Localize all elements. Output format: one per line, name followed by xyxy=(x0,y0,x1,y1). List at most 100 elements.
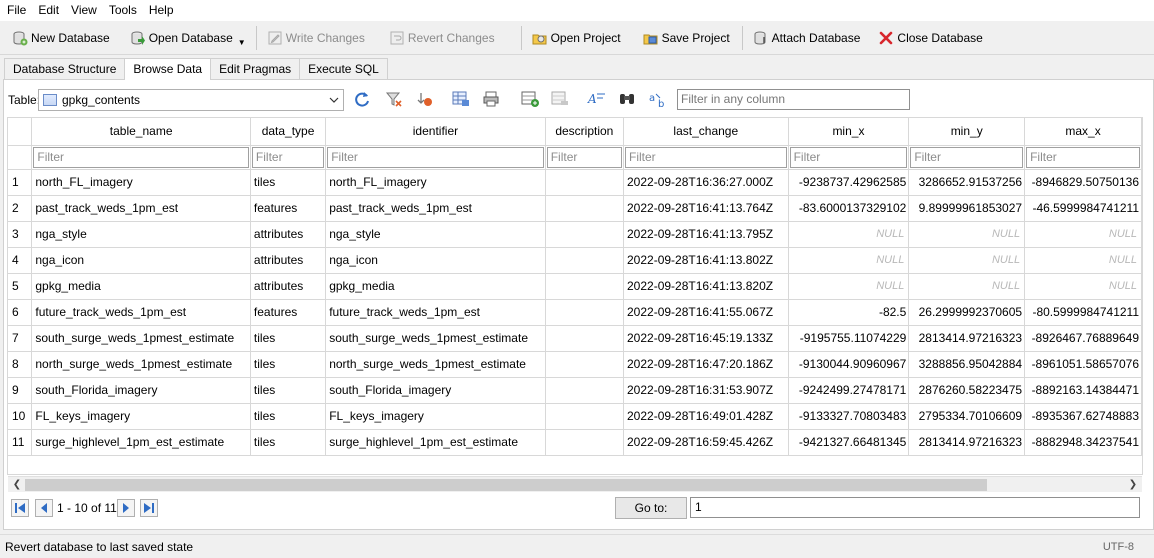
cell-min-x[interactable]: NULL xyxy=(788,273,910,300)
tab-database-structure[interactable]: Database Structure xyxy=(4,58,126,79)
menu-tools[interactable]: Tools xyxy=(103,0,143,21)
cell-identifier[interactable]: nga_icon xyxy=(325,247,546,274)
cell-data-type[interactable]: attributes xyxy=(250,221,327,248)
cell-min-x[interactable]: -9421327.66481345 xyxy=(788,429,910,456)
table-row[interactable]: 1 north_FL_imagery tiles north_FL_imagery 20… xyxy=(8,169,1142,196)
cell-identifier[interactable]: surge_highlevel_1pm_est_estimate xyxy=(325,429,546,456)
cell-description[interactable] xyxy=(545,273,625,300)
cell-max-x[interactable]: -8935367.62748883 xyxy=(1024,403,1142,430)
row-number[interactable]: 2 xyxy=(8,195,33,222)
cell-identifier[interactable]: south_surge_weds_1pmest_estimate xyxy=(325,325,546,352)
new-database-button[interactable]: New Database xyxy=(6,25,116,51)
go-to-input[interactable]: 1 xyxy=(690,497,1140,518)
row-number[interactable]: 8 xyxy=(8,351,33,378)
cell-last-change[interactable]: 2022-09-28T16:47:20.186Z xyxy=(623,351,789,378)
table-row[interactable]: 3 nga_style attributes nga_style 2022-09-28T… xyxy=(8,221,1142,248)
scroll-right-icon[interactable]: ❯ xyxy=(1126,478,1140,492)
column-header-last-change[interactable]: last_change xyxy=(623,118,789,146)
cell-description[interactable] xyxy=(545,195,625,222)
open-database-button[interactable]: Open Database ▼ xyxy=(124,25,252,51)
table-row[interactable]: 4 nga_icon attributes nga_icon 2022-09-28T16… xyxy=(8,247,1142,274)
cell-description[interactable] xyxy=(545,429,625,456)
save-results-button[interactable] xyxy=(451,90,471,110)
filter-any-column-input[interactable]: Filter in any column xyxy=(677,89,910,110)
cell-table-name[interactable]: past_track_weds_1pm_est xyxy=(31,195,251,222)
cell-min-y[interactable]: 2813414.97216323 xyxy=(908,429,1026,456)
scroll-left-icon[interactable]: ❮ xyxy=(10,478,24,492)
row-number[interactable]: 4 xyxy=(8,247,33,274)
cell-max-x[interactable]: -8882948.34237541 xyxy=(1024,429,1142,456)
column-header-identifier[interactable]: identifier xyxy=(325,118,546,146)
cell-last-change[interactable]: 2022-09-28T16:41:13.802Z xyxy=(623,247,789,274)
cell-min-y[interactable]: 2813414.97216323 xyxy=(908,325,1026,352)
print-button[interactable] xyxy=(481,90,501,110)
cell-last-change[interactable]: 2022-09-28T16:45:19.133Z xyxy=(623,325,789,352)
cell-identifier[interactable]: north_FL_imagery xyxy=(325,169,546,196)
cell-max-x[interactable]: -8892163.14384471 xyxy=(1024,377,1142,404)
cell-description[interactable] xyxy=(545,299,625,326)
cell-table-name[interactable]: north_surge_weds_1pmest_estimate xyxy=(31,351,251,378)
cell-min-y[interactable]: 2795334.70106609 xyxy=(908,403,1026,430)
row-number[interactable]: 9 xyxy=(8,377,33,404)
open-project-button[interactable]: Open Project xyxy=(526,25,627,51)
cell-identifier[interactable]: FL_keys_imagery xyxy=(325,403,546,430)
filter-input-min-x[interactable]: Filter xyxy=(789,146,908,168)
horizontal-scrollbar[interactable]: ❮ ❯ xyxy=(8,476,1142,492)
cell-last-change[interactable]: 2022-09-28T16:41:55.067Z xyxy=(623,299,789,326)
cell-min-x[interactable]: -9238737.42962585 xyxy=(788,169,910,196)
go-to-button[interactable]: Go to: xyxy=(615,497,687,519)
revert-changes-button[interactable]: Revert Changes xyxy=(383,25,501,51)
row-number[interactable]: 3 xyxy=(8,221,33,248)
cell-last-change[interactable]: 2022-09-28T16:49:01.428Z xyxy=(623,403,789,430)
cell-min-y[interactable]: NULL xyxy=(908,247,1026,274)
delete-record-button[interactable] xyxy=(550,90,570,110)
filter-input-last-change[interactable]: Filter xyxy=(625,146,787,168)
column-header-description[interactable]: description xyxy=(545,118,625,146)
table-row[interactable]: 6 future_track_weds_1pm_est features future… xyxy=(8,299,1142,326)
cell-min-x[interactable]: -9242499.27478171 xyxy=(788,377,910,404)
replace-button[interactable]: ab xyxy=(648,90,668,110)
cell-data-type[interactable]: attributes xyxy=(250,273,327,300)
write-changes-button[interactable]: Write Changes xyxy=(261,25,371,51)
next-page-button[interactable] xyxy=(117,499,135,517)
table-select[interactable]: gpkg_contents xyxy=(38,89,344,111)
cell-last-change[interactable]: 2022-09-28T16:41:13.820Z xyxy=(623,273,789,300)
column-header-data-type[interactable]: data_type xyxy=(250,118,327,146)
cell-data-type[interactable]: tiles xyxy=(250,351,327,378)
row-number[interactable]: 5 xyxy=(8,273,33,300)
cell-identifier[interactable]: future_track_weds_1pm_est xyxy=(325,299,546,326)
cell-min-x[interactable]: -9195755.11074229 xyxy=(788,325,910,352)
cell-min-y[interactable]: NULL xyxy=(908,221,1026,248)
cell-min-y[interactable]: NULL xyxy=(908,273,1026,300)
filter-input-max-x[interactable]: Filter xyxy=(1026,146,1140,168)
cell-max-x[interactable]: -8961051.58657076 xyxy=(1024,351,1142,378)
column-header-min-y[interactable]: min_y xyxy=(908,118,1026,146)
column-header-max-x[interactable]: max_x xyxy=(1024,118,1142,146)
previous-page-button[interactable] xyxy=(35,499,53,517)
cell-min-x[interactable]: -9133327.70803483 xyxy=(788,403,910,430)
cell-table-name[interactable]: nga_style xyxy=(31,221,251,248)
cell-max-x[interactable]: -80.5999984741211 xyxy=(1024,299,1142,326)
cell-min-x[interactable]: -83.6000137329102 xyxy=(788,195,910,222)
save-project-button[interactable]: Save Project xyxy=(637,25,736,51)
filter-input-data-type[interactable]: Filter xyxy=(251,146,325,168)
cell-data-type[interactable]: attributes xyxy=(250,247,327,274)
cell-min-x[interactable]: NULL xyxy=(788,221,910,248)
cell-max-x[interactable]: NULL xyxy=(1024,221,1142,248)
table-row[interactable]: 2 past_track_weds_1pm_est features past_tra… xyxy=(8,195,1142,222)
cell-min-y[interactable]: 9.89999961853027 xyxy=(908,195,1026,222)
table-row[interactable]: 8 north_surge_weds_1pmest_estimate tiles no… xyxy=(8,351,1142,378)
column-header-table-name[interactable]: table_name xyxy=(31,118,251,146)
table-row[interactable]: 10 FL_keys_imagery tiles FL_keys_imagery 202… xyxy=(8,403,1142,430)
cell-max-x[interactable]: -8926467.76889649 xyxy=(1024,325,1142,352)
cell-description[interactable] xyxy=(545,325,625,352)
row-number[interactable]: 1 xyxy=(8,169,33,196)
cell-last-change[interactable]: 2022-09-28T16:31:53.907Z xyxy=(623,377,789,404)
attach-database-button[interactable]: Attach Database xyxy=(747,25,867,51)
cell-table-name[interactable]: nga_icon xyxy=(31,247,251,274)
last-page-button[interactable] xyxy=(140,499,158,517)
clear-filters-button[interactable] xyxy=(384,90,404,110)
clear-sorting-button[interactable] xyxy=(415,90,435,110)
cell-table-name[interactable]: north_FL_imagery xyxy=(31,169,251,196)
cell-table-name[interactable]: FL_keys_imagery xyxy=(31,403,251,430)
